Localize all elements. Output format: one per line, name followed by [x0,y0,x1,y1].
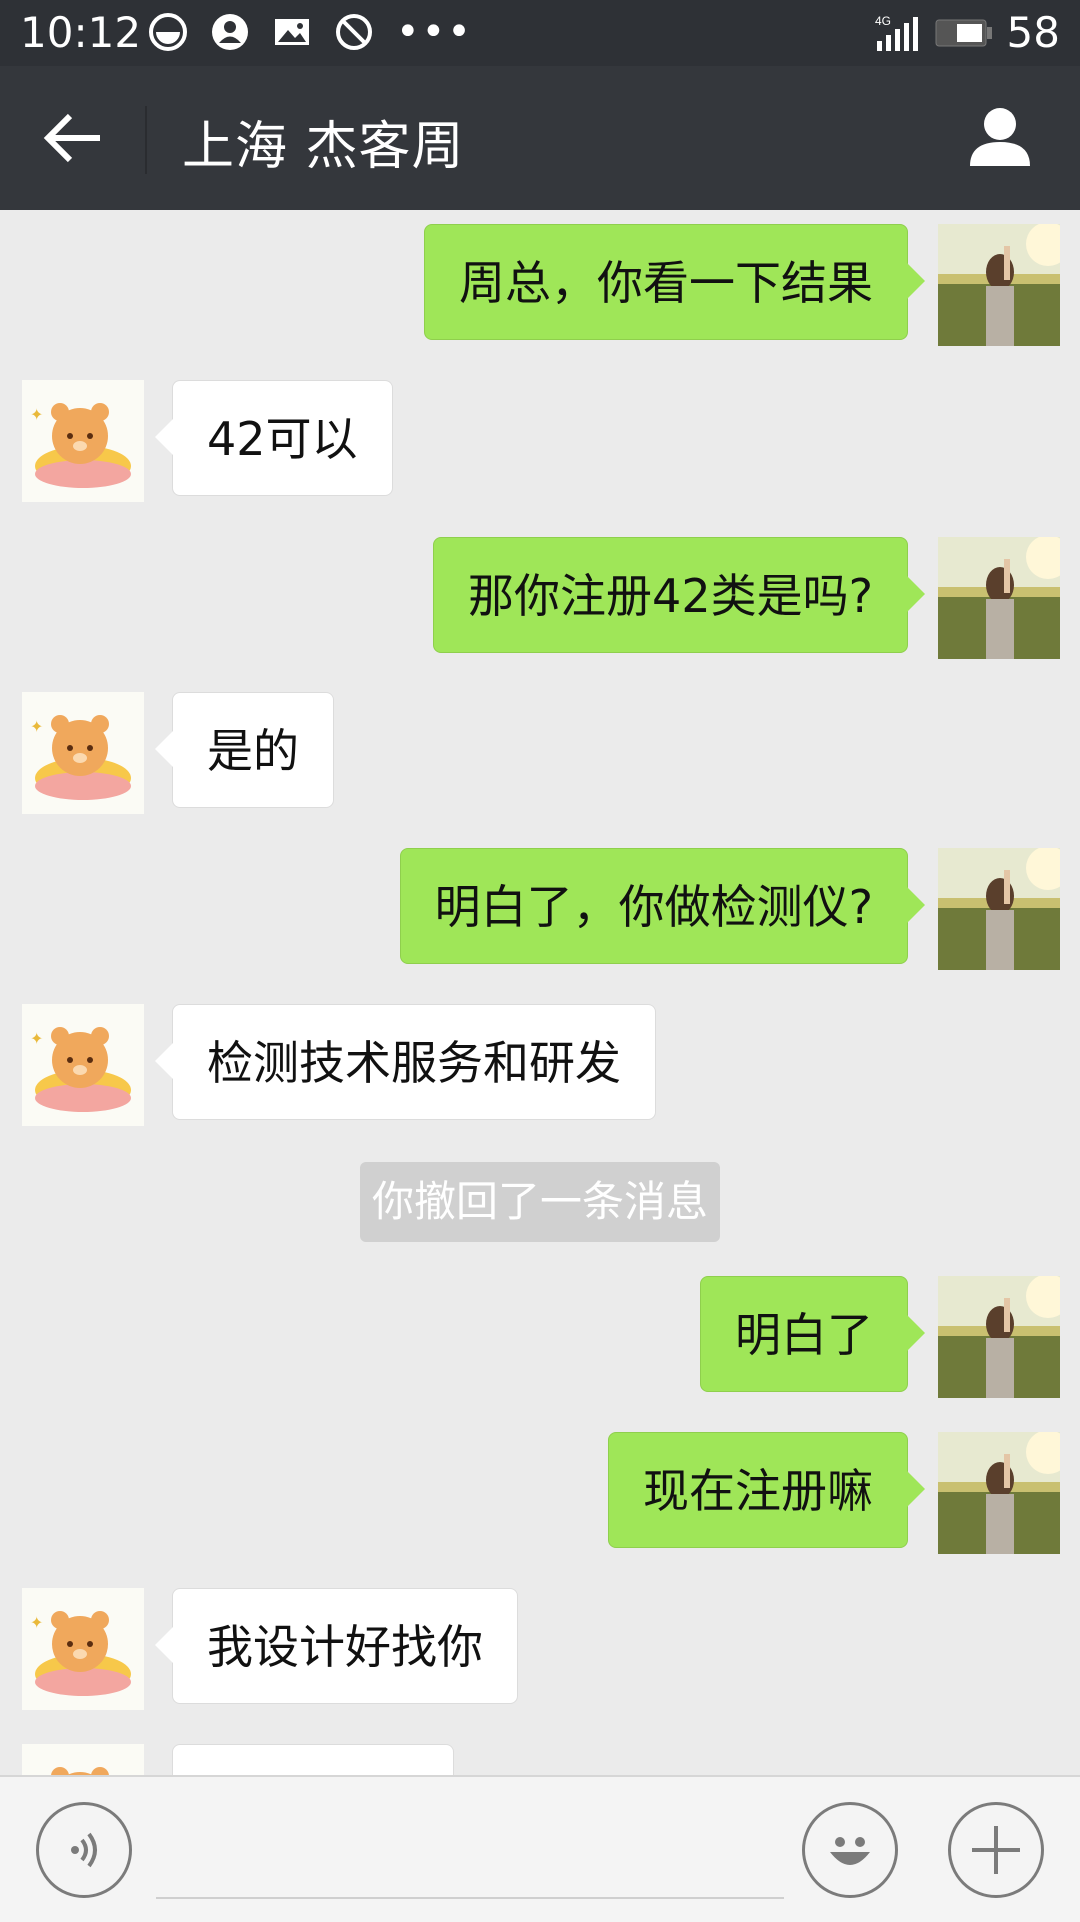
bear-avatar-icon: ✦ [22,380,144,502]
message-row: 明白了，你做检测仪? [0,848,1080,970]
bear-avatar-icon [22,1744,144,1775]
notification-icons: ••• [148,12,473,52]
girl-photo-icon [938,848,1060,970]
contact-avatar[interactable] [22,1744,144,1775]
battery-icon [935,19,992,46]
svg-text:✦: ✦ [30,1029,43,1048]
more-options-button[interactable] [948,1802,1044,1898]
contact-avatar[interactable]: ✦ [22,1588,144,1710]
svg-text:4G: 4G [875,14,891,28]
chat-header: 上海 杰客周 [0,66,1080,210]
message-bubble-other[interactable]: 是的 [155,692,334,808]
girl-photo-icon [938,537,1060,659]
back-arrow-icon[interactable] [40,104,108,172]
girl-photo-icon [938,1276,1060,1398]
girl-photo-icon [938,224,1060,346]
self-avatar[interactable] [938,848,1060,970]
svg-text:✦: ✦ [30,717,43,736]
recalled-message-notice: 你撤回了一条消息 [360,1162,720,1242]
message-row: ✦ 我设计好找你 [0,1588,1080,1710]
battery-level: 58 [1006,8,1060,57]
self-avatar[interactable] [938,1276,1060,1398]
contact-avatar[interactable]: ✦ [22,380,144,502]
message-row: ✦ 是的 [0,692,1080,814]
message-row-partial [0,1744,1080,1775]
chat-messages[interactable]: 周总，你看一下结果 ✦ 42可以 那你注册42类是吗? ✦ 是的 明白了，你做检… [0,210,1080,1775]
message-bubble-self[interactable]: 明白了，你做检测仪? [399,848,926,964]
smiley-icon [830,1837,870,1865]
more-notifications-icon: ••• [396,9,473,55]
title-divider [145,106,147,174]
self-avatar[interactable] [938,537,1060,659]
contact-notification-icon [212,14,248,50]
message-input[interactable] [156,1807,784,1899]
message-bubble-self[interactable]: 那你注册42类是吗? [433,537,925,653]
contact-avatar[interactable]: ✦ [22,692,144,814]
image-notification-icon [275,19,309,45]
message-bubble-other[interactable]: 检测技术服务和研发 [155,1004,656,1120]
message-bubble-other[interactable] [172,1744,454,1775]
contact-avatar[interactable]: ✦ [22,1004,144,1126]
message-bubble-self[interactable]: 现在注册嘛 [608,1432,925,1548]
status-bar: 10:12 ••• 4G 58 [0,0,1080,66]
message-bubble-other[interactable]: 我设计好找你 [155,1588,518,1704]
bear-avatar-icon: ✦ [22,692,144,814]
chat-title: 上海 杰客周 [182,117,465,177]
message-row: 那你注册42类是吗? [0,537,1080,659]
signal-4g-icon: 4G [875,14,918,51]
girl-photo-icon [938,1432,1060,1554]
message-row: 现在注册嘛 [0,1432,1080,1554]
bear-avatar-icon: ✦ [22,1004,144,1126]
status-time: 10:12 [20,8,142,57]
message-row: ✦ 检测技术服务和研发 [0,1004,1080,1126]
bear-avatar-icon: ✦ [22,1588,144,1710]
voice-input-button[interactable] [36,1802,132,1898]
self-avatar[interactable] [938,224,1060,346]
message-row: ✦ 42可以 [0,380,1080,502]
smile-notification-icon [149,13,187,51]
status-right: 4G 58 [875,8,1060,57]
contact-profile-icon[interactable] [966,102,1034,170]
message-bubble-self[interactable]: 周总，你看一下结果 [424,224,925,340]
message-bubble-other[interactable]: 42可以 [155,380,393,496]
svg-text:✦: ✦ [30,1613,43,1632]
self-avatar[interactable] [938,1432,1060,1554]
message-bubble-self[interactable]: 明白了 [700,1276,925,1392]
emoji-button[interactable] [802,1802,898,1898]
plus-icon [972,1826,1020,1874]
do-not-disturb-icon [336,14,372,50]
voice-icon [71,1832,97,1868]
message-row: 周总，你看一下结果 [0,224,1080,346]
input-bar [0,1775,1080,1922]
svg-text:✦: ✦ [30,405,43,424]
message-row: 明白了 [0,1276,1080,1398]
